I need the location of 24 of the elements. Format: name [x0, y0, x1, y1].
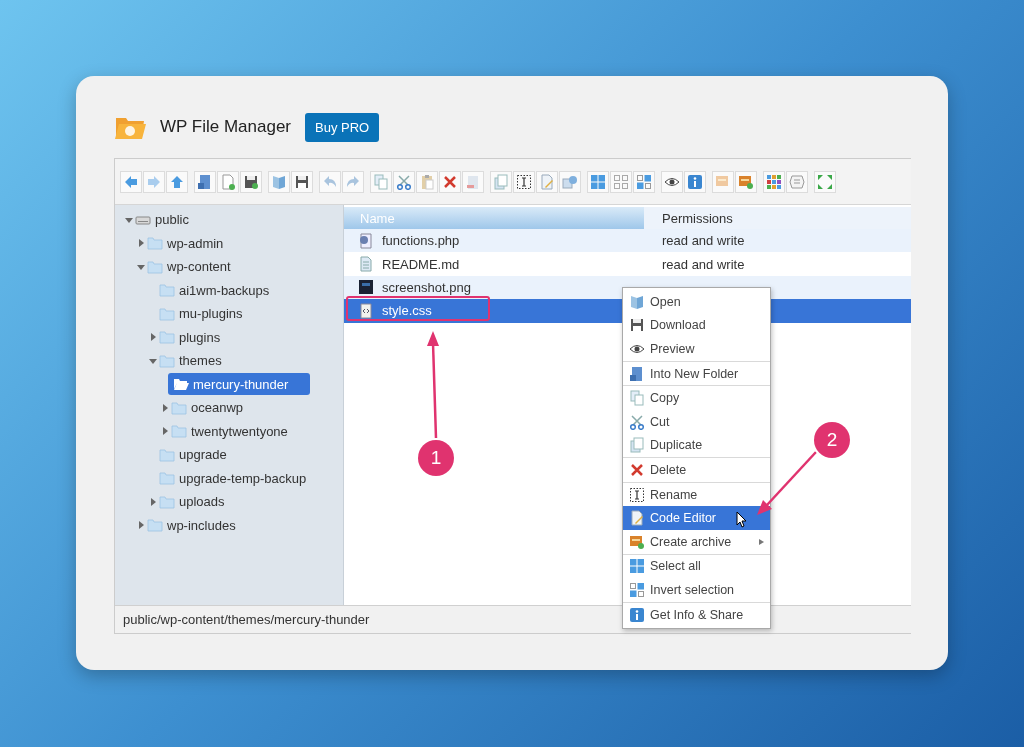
permissions-cell: read and write: [662, 233, 745, 249]
tree-item-label: wp-admin: [167, 235, 224, 251]
current-path: public/wp-content/themes/mercury-thunder: [123, 612, 370, 627]
tree-item-label: upgrade-temp-backup: [179, 470, 307, 486]
tree-item-label: public: [155, 212, 189, 228]
tree-item-label: wp-includes: [167, 517, 236, 533]
file-name: README.md: [382, 256, 460, 272]
tree-item-label: upgrade: [179, 447, 227, 463]
file-name: screenshot.png: [382, 279, 471, 295]
tree-item-label: mercury-thunder: [193, 376, 289, 392]
tree-item-label: mu-plugins: [179, 306, 243, 322]
app-title: WP File Manager: [160, 117, 291, 137]
file-name: style.css: [382, 303, 432, 319]
file-name: functions.php: [382, 233, 460, 249]
tree-item-label: twentytwentyone: [191, 423, 288, 439]
step-number-badge: 2: [814, 422, 850, 458]
permissions-cell: read and write: [662, 256, 745, 272]
tree-item-label: wp-content: [167, 259, 231, 275]
step-number-badge: 1: [418, 440, 454, 476]
tree-item-label: themes: [179, 353, 222, 369]
tree-item-label: oceanwp: [191, 400, 244, 416]
tree-item-label: plugins: [179, 329, 221, 345]
tree-item-label: uploads: [179, 494, 225, 510]
tree-item-label: ai1wm-backups: [179, 282, 270, 298]
